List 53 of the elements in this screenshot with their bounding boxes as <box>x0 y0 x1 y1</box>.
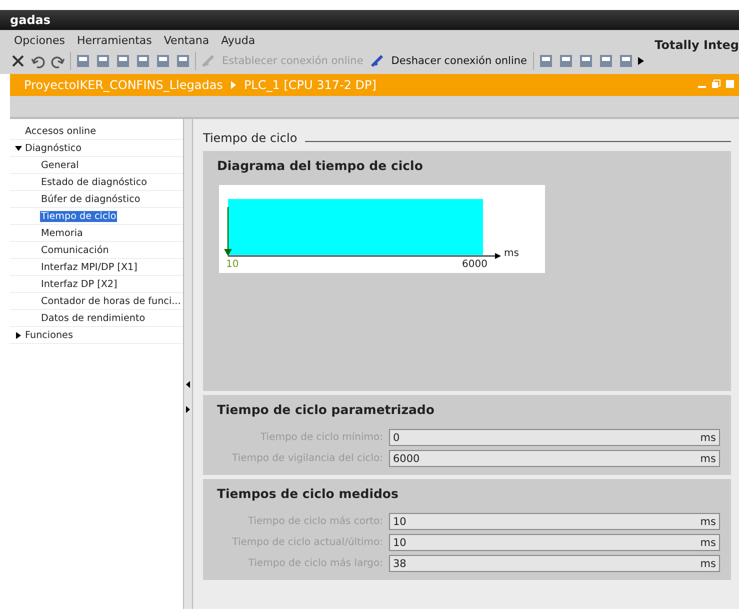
value-field: 10 ms <box>389 513 720 530</box>
tree-item[interactable]: Datos de rendimiento <box>40 312 146 324</box>
value-field: 38 ms <box>389 555 720 572</box>
axis-label: 6000 <box>462 259 488 270</box>
window-title: gadas <box>10 13 51 27</box>
tree-item[interactable]: Contador de horas de funci... <box>40 296 182 306</box>
tree-item[interactable]: Búfer de diagnóstico <box>40 194 142 204</box>
menu-item[interactable]: Opciones <box>10 34 69 46</box>
toolbar-icon[interactable] <box>598 53 614 69</box>
product-title: Totally Integ <box>654 38 739 52</box>
toolbar-icon[interactable] <box>75 53 91 69</box>
maximize-icon[interactable] <box>725 79 735 89</box>
value-field: 0 ms <box>389 429 720 446</box>
collapse-left-icon[interactable] <box>186 381 190 388</box>
toolbar-icon[interactable] <box>175 53 191 69</box>
current-time-marker <box>224 207 232 256</box>
value-field: 10 ms <box>389 534 720 551</box>
panel-title: Tiempos de ciclo medidos <box>217 484 400 503</box>
axis-label: 10 <box>226 259 239 270</box>
tree-item[interactable]: Accesos online <box>24 126 98 136</box>
tree-item[interactable]: Tiempo de ciclo <box>40 210 118 222</box>
plug-icon[interactable] <box>369 53 386 69</box>
menu-item[interactable]: Ventana <box>160 34 214 46</box>
value-field: 6000 ms <box>389 450 720 467</box>
close-icon[interactable] <box>10 53 26 69</box>
axis-unit: ms <box>504 248 519 259</box>
toolbar-icon[interactable] <box>155 53 171 69</box>
toolbar-icon[interactable] <box>538 53 554 69</box>
more-icon[interactable] <box>638 57 644 65</box>
toolbar-button[interactable]: Deshacer conexión online <box>389 55 529 67</box>
toolbar-icon[interactable] <box>578 53 594 69</box>
toolbar-icon[interactable] <box>115 53 131 69</box>
restore-icon[interactable] <box>711 79 721 89</box>
menu-item[interactable]: Ayuda <box>217 34 260 46</box>
tree-item[interactable]: Diagnóstico <box>24 142 83 154</box>
menu-item[interactable]: Herramientas <box>72 34 156 46</box>
tree-item[interactable]: Memoria <box>40 228 84 238</box>
tree-item[interactable]: Funciones <box>24 330 74 340</box>
section-title: Tiempo de ciclo <box>203 131 298 145</box>
toolbar-icon[interactable] <box>558 53 574 69</box>
tree-item[interactable]: Comunicación <box>40 244 110 256</box>
expanded-arrow-icon[interactable] <box>14 144 22 152</box>
toolbar-icon[interactable] <box>135 53 151 69</box>
expand-right-icon[interactable] <box>186 406 190 413</box>
tree-item[interactable]: Estado de diagnóstico <box>40 176 148 188</box>
toolbar-icon[interactable] <box>95 53 111 69</box>
tree-item[interactable]: General <box>40 160 80 170</box>
tree-item[interactable]: Interfaz MPI/DP [X1] <box>40 262 138 272</box>
collapsed-arrow-icon[interactable] <box>14 332 22 338</box>
panel-title: Diagrama del tiempo de ciclo <box>217 156 424 175</box>
breadcrumb-arrow-icon <box>230 81 236 89</box>
tree-item[interactable]: Interfaz DP [X2] <box>40 278 118 290</box>
panel-title: Tiempo de ciclo parametrizado <box>217 400 436 419</box>
